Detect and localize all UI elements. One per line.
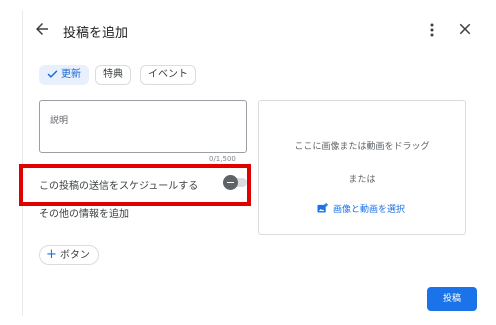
schedule-highlight-box bbox=[19, 164, 251, 206]
media-drag-text: ここに画像または動画をドラッグ bbox=[294, 142, 430, 152]
add-photo-icon bbox=[317, 203, 328, 213]
select-media-link[interactable]: 画像と動画を選択 bbox=[317, 202, 405, 215]
plus-icon: + bbox=[46, 247, 57, 262]
chip-update[interactable]: 更新 bbox=[39, 65, 89, 85]
media-dropzone[interactable]: ここに画像または動画をドラッグ または 画像と動画を選択 bbox=[258, 100, 466, 235]
chip-offer-label: 特典 bbox=[103, 69, 123, 80]
chip-event-label: イベント bbox=[148, 69, 188, 80]
description-label: 説明 bbox=[50, 116, 69, 126]
chip-event[interactable]: イベント bbox=[140, 65, 196, 85]
arrow-left-icon[interactable] bbox=[33, 20, 51, 38]
more-info-label: その他の情報を追加 bbox=[39, 209, 129, 220]
media-or-text: または bbox=[348, 175, 376, 185]
post-button[interactable]: 投稿 bbox=[427, 287, 477, 311]
dialog-title: 投稿を追加 bbox=[63, 26, 129, 41]
chip-update-label: 更新 bbox=[61, 69, 81, 80]
description-textarea[interactable]: 説明 bbox=[39, 100, 247, 153]
add-post-dialog: 投稿を追加 更新 特典 イベント 説明 0/1,500 この投稿の送信をスケジュ… bbox=[19, 10, 489, 316]
chip-offer[interactable]: 特典 bbox=[95, 65, 131, 85]
check-icon bbox=[47, 70, 58, 78]
add-button-label: ボタン bbox=[59, 250, 90, 261]
add-button-button[interactable]: + ボタン bbox=[39, 245, 99, 265]
select-media-label: 画像と動画を選択 bbox=[333, 205, 406, 215]
close-icon[interactable] bbox=[456, 20, 474, 38]
character-counter: 0/1,500 bbox=[209, 155, 236, 163]
more-vert-icon[interactable] bbox=[427, 22, 437, 38]
